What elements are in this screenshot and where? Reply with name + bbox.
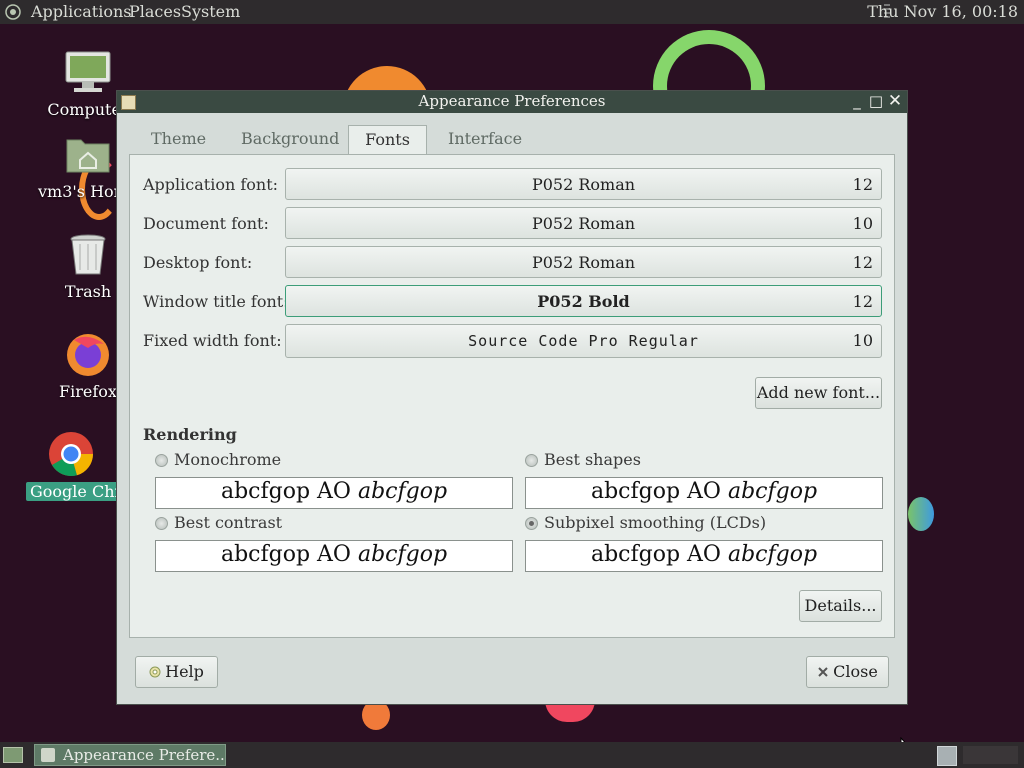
- font-size: 12: [852, 175, 873, 194]
- desktop-icon-label: Firefox: [59, 382, 117, 401]
- maximize-icon[interactable]: □: [868, 93, 884, 109]
- font-name: P052 Roman: [531, 175, 636, 194]
- close-button[interactable]: Close: [806, 656, 889, 688]
- font-row-desktop: Desktop font: P052 Roman 12: [130, 246, 896, 280]
- radio-button[interactable]: [525, 454, 538, 467]
- close-window-icon[interactable]: ✕: [887, 93, 903, 110]
- close-icon: [818, 667, 828, 677]
- application-font-label: Application font:: [143, 175, 279, 194]
- help-label: Help: [165, 662, 204, 681]
- window-title: Appearance Preferences: [418, 92, 606, 110]
- tab-theme[interactable]: Theme: [139, 125, 218, 155]
- computer-icon: [64, 48, 112, 96]
- radio-button[interactable]: [155, 517, 168, 530]
- tab-background[interactable]: Background: [229, 125, 351, 155]
- desktop-font-button[interactable]: P052 Roman 12: [285, 246, 882, 278]
- application-font-button[interactable]: P052 Roman 12: [285, 168, 882, 200]
- firefox-icon: [64, 330, 112, 378]
- font-row-application: Application font: P052 Roman 12: [130, 168, 896, 202]
- font-name: P052 Roman: [531, 214, 636, 233]
- document-font-label: Document font:: [143, 214, 269, 233]
- sample-monochrome[interactable]: abcfgop AO abcfgop: [155, 477, 513, 509]
- fixed-width-font-label: Fixed width font:: [143, 331, 282, 350]
- help-button[interactable]: Help: [135, 656, 218, 688]
- font-row-document: Document font: P052 Roman 10: [130, 207, 896, 241]
- desktop-icon-label: Google Chrome: [26, 482, 116, 501]
- rendering-heading: Rendering: [143, 425, 237, 444]
- font-size: 12: [852, 292, 873, 311]
- tab-interface[interactable]: Interface: [436, 125, 534, 155]
- workspace-switcher-2[interactable]: [963, 746, 1018, 764]
- sample-text: abcfgop AO: [220, 542, 358, 567]
- fonts-panel: Application font: P052 Roman 12 Document…: [129, 154, 895, 638]
- bottom-panel: Appearance Prefere...: [0, 742, 1024, 768]
- top-panel: Applications Places System Thu Nov 16, 0…: [0, 0, 1024, 24]
- radio-button[interactable]: [155, 454, 168, 467]
- font-size: 12: [852, 253, 873, 272]
- workspace-switcher-1[interactable]: [937, 746, 957, 766]
- sample-best-contrast[interactable]: abcfgop AO abcfgop: [155, 540, 513, 572]
- desktop-icon-label: Trash: [64, 282, 112, 301]
- show-desktop-icon[interactable]: [3, 747, 23, 763]
- sample-text: abcfgop AO: [590, 542, 728, 567]
- font-row-fixed-width: Fixed width font: Source Code Pro Regula…: [130, 324, 896, 358]
- close-label: Close: [833, 662, 878, 681]
- sample-text: abcfgop AO: [590, 479, 728, 504]
- clock[interactable]: Thu Nov 16, 00:18: [867, 2, 1018, 21]
- window-titlebar[interactable]: Appearance Preferences _ □ ✕: [117, 91, 907, 113]
- menu-places[interactable]: Places: [129, 2, 181, 21]
- taskbar-appearance-preferences[interactable]: Appearance Prefere...: [34, 744, 226, 766]
- radio-label: Monochrome: [174, 450, 282, 469]
- desktop-icon-chrome[interactable]: Google Chrome: [26, 430, 116, 501]
- menu-system[interactable]: System: [181, 2, 240, 21]
- document-font-button[interactable]: P052 Roman 10: [285, 207, 882, 239]
- radio-label: Subpixel smoothing (LCDs): [544, 513, 767, 532]
- font-size: 10: [852, 214, 873, 233]
- font-name: P052 Roman: [531, 253, 636, 272]
- task-label: Appearance Prefere...: [63, 746, 226, 764]
- sample-text: abcfgop AO: [220, 479, 358, 504]
- sample-text-italic: abcfgop: [727, 542, 818, 567]
- sample-text-italic: abcfgop: [357, 542, 448, 567]
- menu-applications[interactable]: Applications: [31, 2, 131, 21]
- font-name: Source Code Pro Regular: [468, 332, 699, 350]
- desktop-font-label: Desktop font:: [143, 253, 253, 272]
- wallpaper-shape-blue: [908, 497, 934, 531]
- add-new-font-button[interactable]: Add new font...: [755, 377, 882, 409]
- help-icon: [149, 666, 161, 678]
- font-name: P052 Bold: [537, 292, 630, 311]
- font-size: 10: [852, 331, 873, 350]
- sample-text-italic: abcfgop: [727, 479, 818, 504]
- details-button[interactable]: Details...: [799, 590, 882, 622]
- radio-button-checked[interactable]: [525, 517, 538, 530]
- gnome-foot-icon[interactable]: [5, 4, 21, 20]
- window-title-font-label: Window title font:: [143, 292, 289, 311]
- sample-best-shapes[interactable]: abcfgop AO abcfgop: [525, 477, 883, 509]
- sample-text-italic: abcfgop: [357, 479, 448, 504]
- minimize-icon[interactable]: _: [849, 93, 865, 109]
- fixed-width-font-button[interactable]: Source Code Pro Regular 10: [285, 324, 882, 358]
- sample-subpixel[interactable]: abcfgop AO abcfgop: [525, 540, 883, 572]
- radio-label: Best shapes: [544, 450, 641, 469]
- appearance-app-icon: [41, 748, 55, 762]
- radio-label: Best contrast: [174, 513, 283, 532]
- font-row-window-title: Window title font: P052 Bold 12: [130, 285, 896, 319]
- appearance-preferences-window: Appearance Preferences _ □ ✕ Theme Backg…: [116, 90, 908, 705]
- trash-icon: [64, 230, 112, 278]
- window-title-font-button[interactable]: P052 Bold 12: [285, 285, 882, 317]
- tab-bar: Theme Background Fonts Interface: [129, 125, 895, 156]
- tab-fonts[interactable]: Fonts: [348, 125, 427, 156]
- chrome-icon: [47, 430, 95, 478]
- home-folder-icon: [64, 130, 112, 178]
